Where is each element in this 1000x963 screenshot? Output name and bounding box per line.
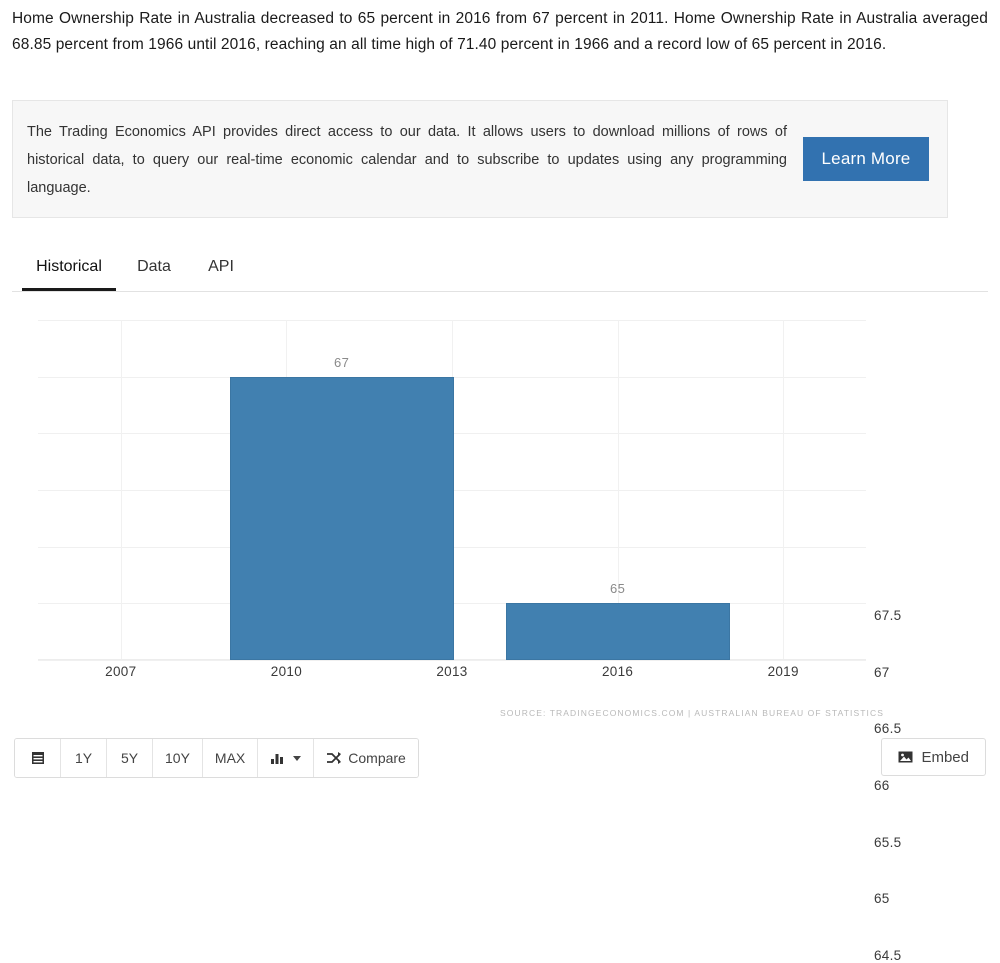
- range-10y-button[interactable]: 10Y: [153, 739, 203, 777]
- embed-label: Embed: [921, 748, 969, 766]
- tab-historical[interactable]: Historical: [22, 248, 116, 291]
- image-icon: [898, 750, 913, 764]
- chart-bar-value-label: 67: [333, 354, 350, 370]
- calendar-range-button[interactable]: [15, 739, 61, 777]
- y-axis-tick-label: 66: [874, 778, 890, 793]
- chart-bar[interactable]: [229, 376, 454, 660]
- y-axis-tick-label: 65.5: [874, 834, 902, 850]
- tab-data[interactable]: Data: [130, 248, 178, 291]
- x-axis-tick-label: 2013: [436, 664, 468, 679]
- chart-source-attribution: SOURCE: TRADINGECONOMICS.COM | AUSTRALIA…: [500, 708, 884, 718]
- chart-toolbar: 1Y 5Y 10Y MAX Compare: [14, 738, 419, 778]
- compare-label: Compare: [348, 750, 406, 766]
- y-axis-tick-label: 64.5: [874, 948, 902, 963]
- x-axis-tick-label: 2010: [270, 664, 302, 679]
- chart-gridline-vertical: [120, 320, 122, 660]
- chart-bar[interactable]: [505, 603, 730, 660]
- chart-plot-area: 67 65: [38, 320, 866, 661]
- api-promo-text: The Trading Economics API provides direc…: [27, 124, 787, 196]
- embed-button[interactable]: Embed: [881, 738, 986, 776]
- shuffle-icon: [326, 751, 342, 765]
- api-promo-box: The Trading Economics API provides direc…: [12, 100, 948, 218]
- x-axis-tick-label: 2019: [767, 664, 799, 679]
- x-axis-tick-label: 2007: [105, 664, 137, 679]
- y-axis-tick-label: 67: [874, 664, 890, 680]
- y-axis-tick-label: 66.5: [874, 721, 902, 737]
- y-axis-tick-label: 67.5: [874, 608, 902, 623]
- range-max-button[interactable]: MAX: [202, 739, 259, 777]
- bar-chart-icon: [270, 751, 285, 765]
- x-axis-tick-label: 2016: [601, 664, 634, 679]
- chart-type-dropdown[interactable]: [258, 739, 315, 777]
- learn-more-button[interactable]: Learn More: [803, 137, 929, 181]
- chart-tabs: Historical Data API: [12, 248, 988, 292]
- range-1y-button[interactable]: 1Y: [61, 739, 107, 777]
- chart-gridline-vertical: [783, 320, 785, 660]
- chart-gridline-horizontal: [38, 660, 866, 661]
- range-5y-button[interactable]: 5Y: [107, 739, 153, 777]
- chart-bar-value-label: 65: [609, 581, 626, 597]
- summary-paragraph: Home Ownership Rate in Australia decreas…: [12, 10, 988, 53]
- y-axis-tick-label: 65: [874, 891, 890, 907]
- chevron-down-icon: [293, 755, 302, 761]
- tab-api[interactable]: API: [200, 248, 242, 291]
- calendar-icon: [31, 751, 45, 765]
- compare-button[interactable]: Compare: [314, 739, 418, 777]
